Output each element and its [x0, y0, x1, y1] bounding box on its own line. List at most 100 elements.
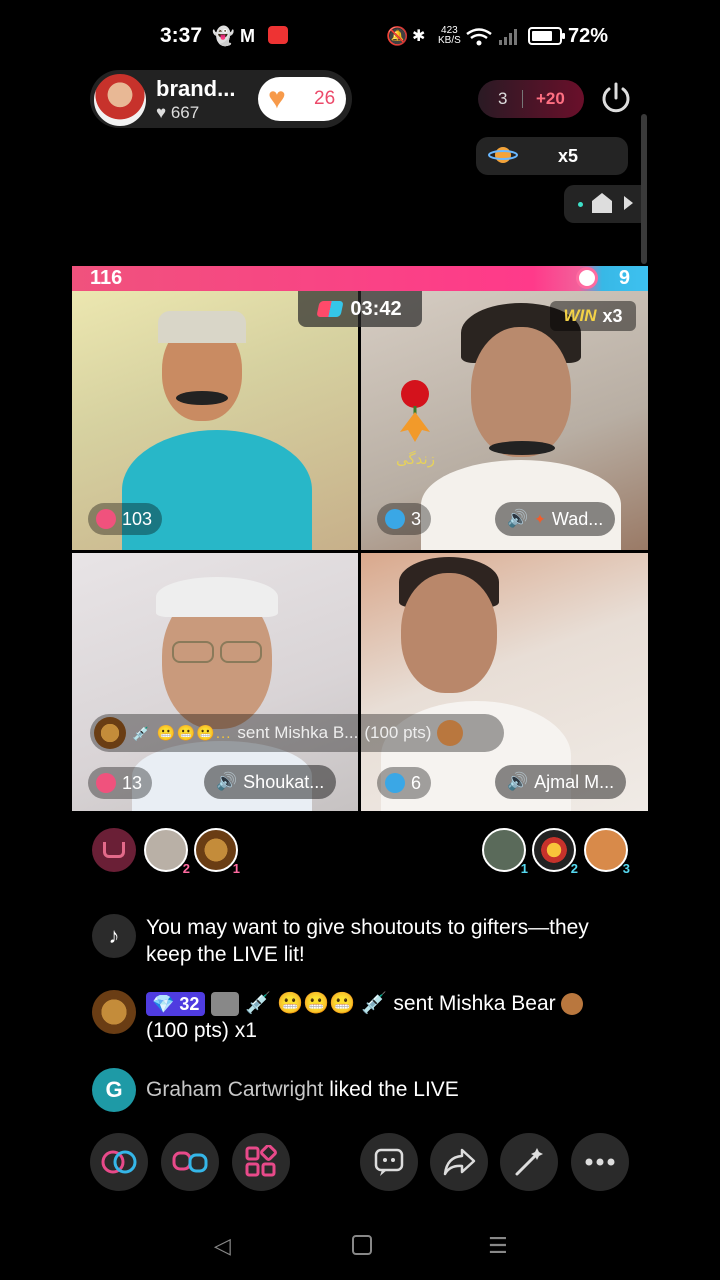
host-avatar[interactable] — [92, 72, 148, 128]
viewer-avatar-right-2[interactable]: 2 — [532, 828, 578, 876]
bear-gift-icon — [561, 993, 584, 1016]
more-options-button[interactable] — [571, 1133, 629, 1191]
battle-timer-text: 03:42 — [350, 297, 402, 320]
viewer-rank: 2 — [570, 861, 578, 876]
viewer-avatar-right-1[interactable]: 1 — [482, 828, 528, 876]
guest-3-glasses-right — [220, 641, 262, 663]
viewer-avatar-right-3[interactable]: 3 — [584, 828, 630, 876]
fan-heart-badge — [211, 992, 240, 1017]
fan-club-button[interactable]: ♥ 26 — [258, 77, 346, 121]
commenter-avatar[interactable] — [92, 990, 136, 1034]
speaker-icon: 🔊 — [216, 772, 238, 791]
win-label: WIN — [563, 306, 597, 325]
win-multiplier: x3 — [602, 305, 623, 326]
back-icon[interactable]: ◁ — [214, 1233, 231, 1259]
recents-icon[interactable]: ☰ — [488, 1233, 508, 1259]
exit-power-icon[interactable] — [598, 80, 634, 116]
heart-icon: ♥ — [156, 103, 167, 122]
alarm-icon — [96, 773, 116, 793]
guest-2-name-text: Wad... — [551, 508, 604, 529]
host-likes: ♥ 667 — [156, 103, 199, 123]
gifter-badges: 💉 😬😬😬... — [132, 725, 232, 742]
divider — [522, 90, 523, 108]
like-text: liked the LIVE — [329, 1078, 459, 1101]
ranking-count: 3 — [498, 89, 508, 108]
viewer-avatar-left-1[interactable]: 2 — [144, 828, 190, 876]
host-info[interactable]: brand... ♥ 667 ♥ 26 — [90, 70, 352, 128]
sofa-icon — [103, 842, 125, 858]
battle-button[interactable] — [161, 1133, 219, 1191]
alarm-icon — [385, 773, 405, 793]
guest-3-glasses-left — [172, 641, 214, 663]
viewer-rank: 2 — [182, 861, 190, 876]
share-button[interactable] — [430, 1133, 488, 1191]
battery-percent: 72% — [568, 25, 609, 47]
guest-2-head — [471, 327, 571, 457]
effects-button[interactable] — [500, 1133, 558, 1191]
ranking-pill[interactable]: 3 +20 — [478, 80, 584, 118]
bluetooth-icon: ✱ — [412, 28, 426, 45]
commenter-badges: 💉 😬😬😬 💉 — [245, 992, 388, 1015]
gift-banner-points: (100 pts) — [364, 723, 432, 742]
signal-icon — [499, 29, 517, 45]
planet-gift-pill[interactable]: x5 — [476, 137, 628, 175]
viewer-avatar-left-2[interactable]: 1 — [194, 828, 240, 876]
fan-heart-icon: ♥ — [268, 82, 286, 115]
status-time: 3:37 — [160, 24, 203, 47]
guest-3-name[interactable]: 🔊 Shoukat... — [204, 765, 337, 799]
viewer-rank: 3 — [622, 861, 630, 876]
gmail-icon: M — [240, 26, 255, 46]
like-comment-text: Graham Cartwright liked the LIVE — [146, 1076, 626, 1103]
battle-timer: 03:42 — [298, 291, 422, 327]
speaker-icon: 🔊 — [507, 509, 529, 528]
minimize-pill[interactable] — [564, 185, 642, 223]
boxing-gloves-icon — [172, 1151, 208, 1173]
gift-points: (100 pts) x1 — [146, 1019, 257, 1042]
arrow-right-icon — [624, 196, 633, 210]
guest-tile-3[interactable]: 13 🔊 Shoukat... — [72, 553, 358, 811]
scrollbar[interactable] — [641, 114, 647, 264]
gift-banner-text: sent Mishka B... — [237, 723, 359, 742]
guest-tile-1[interactable]: 103 — [72, 291, 358, 550]
battery-icon — [528, 27, 565, 45]
wifi-icon — [466, 28, 492, 46]
fan-count: 26 — [314, 88, 336, 109]
host-name: brand... — [156, 76, 236, 101]
guest-3-hair — [156, 577, 278, 617]
planet-icon — [488, 147, 518, 163]
more-features-button[interactable] — [232, 1133, 290, 1191]
speaker-icon: 🔊 — [507, 772, 529, 791]
gift-comment[interactable]: 💎 32 💉 😬😬😬 💉 sent Mishka Bear (100 pts) … — [92, 990, 652, 1050]
mute-icon: 🔕 — [386, 26, 409, 46]
grid-apps-icon — [245, 1145, 277, 1177]
multi-guest-button[interactable] — [90, 1133, 148, 1191]
guest-2-name[interactable]: 🔊 ✦ Wad... — [495, 502, 616, 536]
link-rings-icon — [101, 1150, 137, 1174]
system-tip-text: You may want to give shoutouts to gifter… — [146, 916, 589, 966]
comment-button[interactable] — [360, 1133, 418, 1191]
net-speed-unit: KB/S — [438, 35, 461, 46]
like-comment[interactable]: G Graham Cartwright liked the LIVE — [92, 1068, 652, 1112]
system-tip-comment: ♪ You may want to give shoutouts to gift… — [92, 914, 652, 974]
level-badge: 💎 32 — [146, 992, 206, 1016]
share-arrow-icon — [443, 1148, 476, 1176]
status-bar: 3:37 👻 M 🔕 ✱ 423 KB/S 72% — [0, 0, 720, 74]
guest-4-name[interactable]: 🔊 Ajmal M... — [495, 765, 627, 799]
guest-2-score-badge: 3 — [377, 503, 432, 535]
guest-3-name-text: Shoukat... — [243, 771, 325, 792]
guest-4-name-text: Ajmal M... — [534, 771, 615, 792]
ranking-bonus: +20 — [536, 89, 565, 108]
commenter-avatar[interactable]: G — [92, 1068, 136, 1112]
guest-1-mustache — [176, 391, 228, 405]
viewer-rank: 1 — [520, 861, 528, 876]
seat-button[interactable] — [92, 828, 136, 872]
like-username[interactable]: Graham Cartwright — [146, 1078, 323, 1101]
battle-progress-knob — [576, 267, 598, 289]
rose-caption: زندگی — [396, 451, 435, 468]
guest-4-score-badge: 6 — [377, 767, 432, 799]
chat-bubble-icon — [374, 1148, 404, 1176]
level-value: 32 — [179, 994, 200, 1014]
guest-tile-4[interactable]: 6 🔊 Ajmal M... — [361, 553, 648, 811]
home-square-icon[interactable] — [352, 1235, 372, 1255]
alarm-icon — [385, 509, 405, 529]
